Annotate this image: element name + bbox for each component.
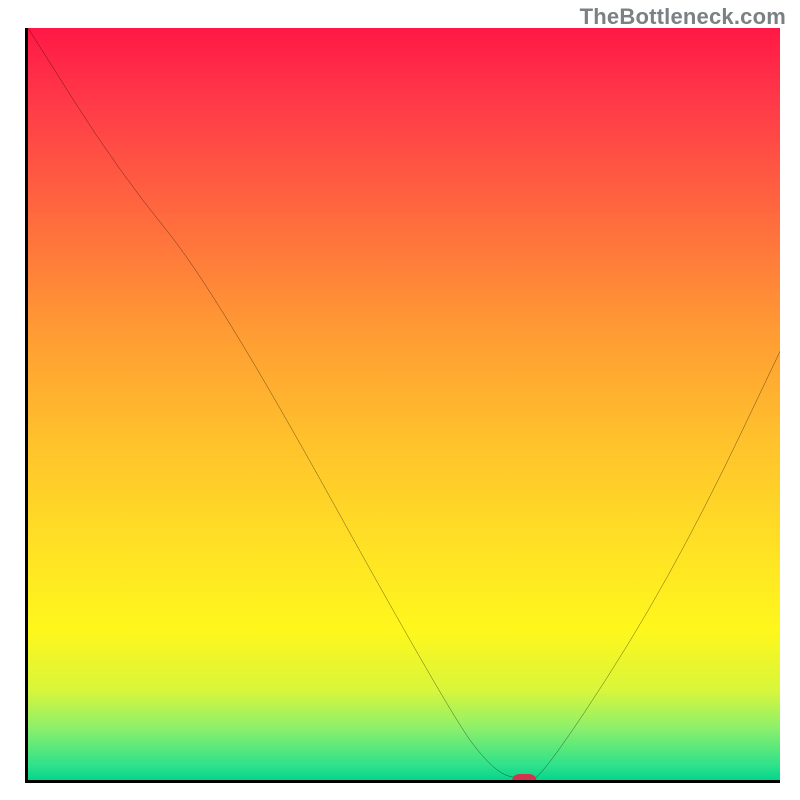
chart-svg [28,28,780,780]
curve-minimum-marker [512,774,536,783]
chart-plot-area [25,28,780,783]
curve-line [28,28,780,780]
chart-container: TheBottleneck.com [0,0,800,800]
attribution-text: TheBottleneck.com [580,4,786,30]
